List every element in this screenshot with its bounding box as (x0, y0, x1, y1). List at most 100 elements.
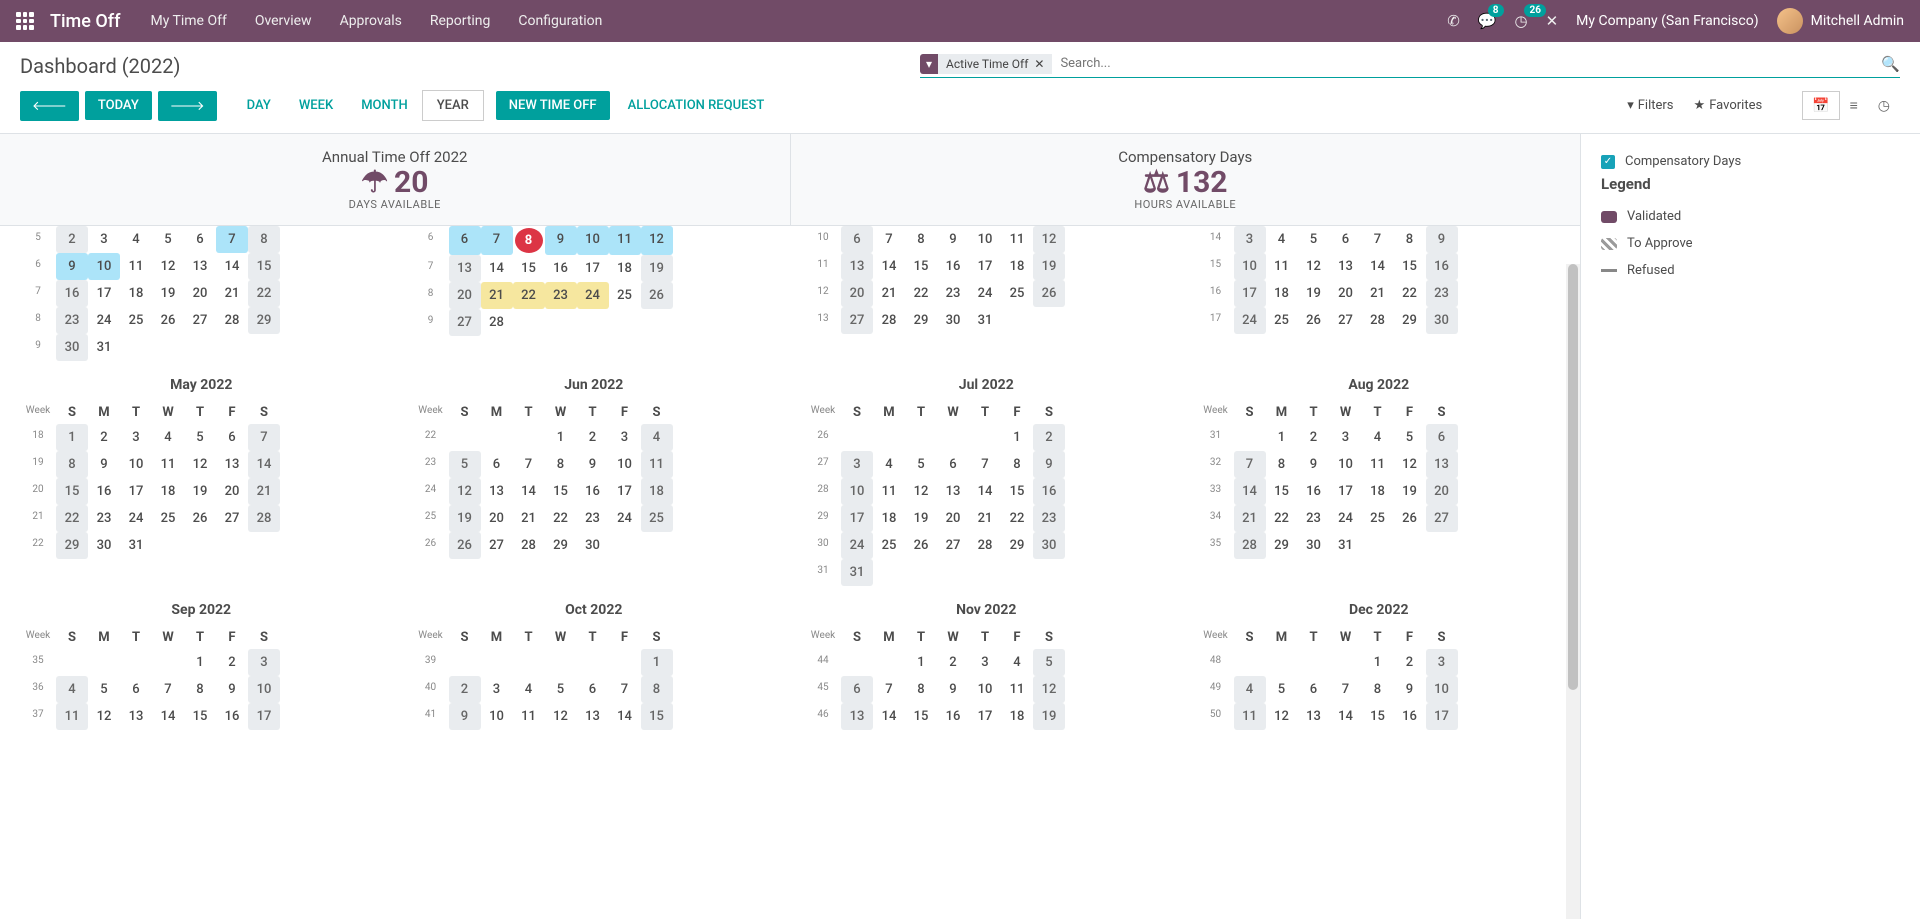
day-cell[interactable]: 13 (841, 703, 873, 730)
day-cell[interactable]: 25 (1362, 505, 1394, 532)
day-cell[interactable]: 28 (1362, 307, 1394, 334)
day-cell[interactable]: 2 (1394, 649, 1426, 676)
day-cell[interactable]: 14 (1234, 478, 1266, 505)
day-cell[interactable]: 3 (248, 649, 280, 676)
day-cell[interactable]: 8 (905, 676, 937, 703)
day-cell[interactable]: 17 (1234, 280, 1266, 307)
prev-button[interactable]: 🡐 (20, 91, 79, 121)
day-cell[interactable]: 6 (120, 676, 152, 703)
day-cell[interactable]: 1 (545, 424, 577, 451)
day-cell[interactable]: 21 (1362, 280, 1394, 307)
day-cell[interactable]: 24 (841, 532, 873, 559)
day-cell[interactable]: 23 (88, 505, 120, 532)
day-cell[interactable]: 6 (481, 451, 513, 478)
day-cell[interactable]: 4 (873, 451, 905, 478)
day-cell[interactable]: 31 (969, 307, 1001, 334)
day-cell[interactable]: 29 (1394, 307, 1426, 334)
day-cell[interactable]: 18 (152, 478, 184, 505)
day-cell[interactable]: 4 (641, 424, 673, 451)
day-cell[interactable]: 22 (1266, 505, 1298, 532)
day-cell[interactable]: 23 (545, 282, 577, 309)
day-cell[interactable]: 6 (216, 424, 248, 451)
day-cell[interactable]: 11 (56, 703, 88, 730)
nav-reporting[interactable]: Reporting (430, 13, 491, 29)
nav-approvals[interactable]: Approvals (340, 13, 402, 29)
day-cell[interactable]: 3 (1330, 424, 1362, 451)
day-cell[interactable]: 30 (88, 532, 120, 559)
day-cell[interactable]: 7 (248, 424, 280, 451)
day-cell[interactable]: 9 (1033, 451, 1065, 478)
day-cell[interactable]: 24 (577, 282, 609, 309)
view-calendar[interactable]: 📅 (1802, 91, 1839, 120)
day-cell[interactable]: 11 (513, 703, 545, 730)
day-cell[interactable]: 14 (969, 478, 1001, 505)
day-cell[interactable]: 10 (248, 676, 280, 703)
nav-config[interactable]: Configuration (518, 13, 602, 29)
day-cell[interactable]: 10 (120, 451, 152, 478)
day-cell[interactable]: 27 (449, 309, 481, 336)
day-cell[interactable]: 28 (873, 307, 905, 334)
scale-month[interactable]: MONTH (347, 90, 422, 121)
day-cell[interactable]: 10 (841, 478, 873, 505)
day-cell[interactable]: 27 (937, 532, 969, 559)
day-cell[interactable]: 5 (88, 676, 120, 703)
day-cell[interactable]: 12 (88, 703, 120, 730)
day-cell[interactable]: 16 (545, 255, 577, 282)
day-cell[interactable]: 3 (841, 451, 873, 478)
day-cell[interactable]: 27 (216, 505, 248, 532)
day-cell[interactable]: 29 (545, 532, 577, 559)
day-cell[interactable]: 11 (1234, 703, 1266, 730)
day-cell[interactable]: 10 (969, 676, 1001, 703)
day-cell[interactable]: 19 (152, 280, 184, 307)
day-cell[interactable]: 13 (1426, 451, 1458, 478)
day-cell[interactable]: 23 (1298, 505, 1330, 532)
day-cell[interactable]: 21 (481, 282, 513, 309)
day-cell[interactable]: 20 (1426, 478, 1458, 505)
day-cell[interactable]: 14 (873, 703, 905, 730)
day-cell[interactable]: 12 (1033, 676, 1065, 703)
day-cell[interactable]: 14 (152, 703, 184, 730)
day-cell[interactable]: 30 (56, 334, 88, 361)
day-cell[interactable]: 7 (1330, 676, 1362, 703)
day-cell[interactable]: 19 (641, 255, 673, 282)
day-cell[interactable]: 3 (481, 676, 513, 703)
day-cell[interactable]: 27 (1426, 505, 1458, 532)
day-cell[interactable]: 7 (216, 226, 248, 253)
day-cell[interactable]: 26 (1033, 280, 1065, 307)
day-cell[interactable]: 7 (1234, 451, 1266, 478)
day-cell[interactable]: 5 (1394, 424, 1426, 451)
day-cell[interactable]: 20 (449, 282, 481, 309)
day-cell[interactable]: 9 (1426, 226, 1458, 253)
scale-year[interactable]: YEAR (422, 90, 484, 121)
day-cell[interactable]: 8 (545, 451, 577, 478)
day-cell[interactable]: 21 (216, 280, 248, 307)
facet-value[interactable]: Active Time Off ✕ (938, 54, 1052, 74)
day-cell[interactable]: 16 (577, 478, 609, 505)
day-cell[interactable]: 12 (641, 226, 673, 255)
favorites-button[interactable]: ★ Favorites (1694, 98, 1763, 113)
day-cell[interactable]: 7 (481, 226, 513, 255)
day-cell[interactable]: 8 (905, 226, 937, 253)
day-cell[interactable]: 15 (56, 478, 88, 505)
day-cell[interactable]: 3 (1426, 649, 1458, 676)
day-cell[interactable]: 1 (56, 424, 88, 451)
day-cell[interactable]: 25 (1266, 307, 1298, 334)
day-cell[interactable]: 18 (609, 255, 641, 282)
day-cell[interactable]: 22 (248, 280, 280, 307)
day-cell[interactable]: 11 (152, 451, 184, 478)
day-cell[interactable]: 9 (449, 703, 481, 730)
day-cell[interactable]: 6 (1298, 676, 1330, 703)
day-cell[interactable]: 6 (1426, 424, 1458, 451)
day-cell[interactable]: 10 (609, 451, 641, 478)
day-cell[interactable]: 7 (513, 451, 545, 478)
day-cell[interactable]: 14 (481, 255, 513, 282)
day-cell[interactable]: 16 (216, 703, 248, 730)
day-cell[interactable]: 5 (905, 451, 937, 478)
day-cell[interactable]: 2 (56, 226, 88, 253)
day-cell[interactable]: 17 (88, 280, 120, 307)
day-cell[interactable]: 11 (641, 451, 673, 478)
day-cell[interactable]: 11 (1266, 253, 1298, 280)
day-cell[interactable]: 16 (1033, 478, 1065, 505)
day-cell[interactable]: 30 (577, 532, 609, 559)
day-cell[interactable]: 10 (969, 226, 1001, 253)
